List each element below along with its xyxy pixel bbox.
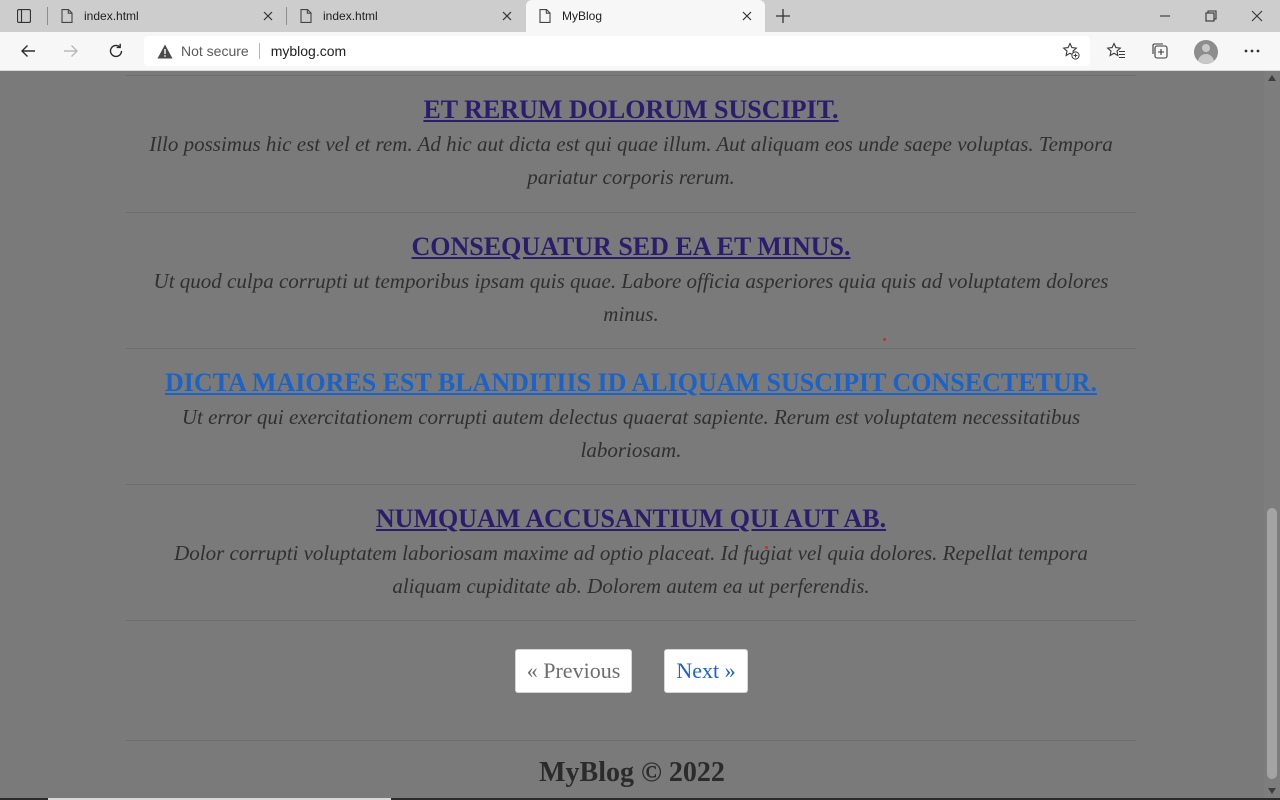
url-text[interactable]: myblog.com — [271, 43, 346, 59]
post-excerpt-line: minus. — [603, 302, 659, 326]
post-title-link[interactable]: ET RERUM DOLORUM SUSCIPIT. — [423, 95, 838, 124]
tab-title: index.html — [84, 9, 139, 23]
address-bar[interactable]: Not secure myblog.com — [144, 36, 1090, 66]
post-item: CONSEQUATUR SED EA ET MINUS. Ut quod cul… — [126, 213, 1136, 348]
page-viewport: ET RERUM DOLORUM SUSCIPIT. Illo possimus… — [0, 71, 1264, 798]
tab-myblog[interactable]: MyBlog — [526, 0, 765, 32]
footer-divider — [126, 740, 1136, 741]
settings-menu-button[interactable] — [1238, 37, 1266, 65]
tab-title: index.html — [323, 9, 378, 23]
tab-title: MyBlog — [562, 9, 603, 23]
refresh-button[interactable] — [101, 36, 131, 66]
post-title: DICTA MAIORES EST BLANDITIIS ID ALIQUAM … — [126, 368, 1136, 398]
avatar-body — [1198, 54, 1214, 64]
browser-toolbar: Not secure myblog.com — [0, 32, 1280, 71]
cursor-marker — [765, 546, 768, 549]
tab-actions-icon — [17, 9, 31, 23]
new-tab-button[interactable] — [773, 6, 793, 26]
scroll-down-icon[interactable] — [1268, 788, 1276, 794]
tab-strip: index.html index.html MyBlog — [0, 0, 1280, 32]
page-scrollbar[interactable] — [1264, 71, 1280, 798]
collections-button[interactable] — [1146, 37, 1174, 65]
document-icon — [539, 9, 551, 23]
post-title-link[interactable]: CONSEQUATUR SED EA ET MINUS. — [412, 232, 851, 261]
security-label[interactable]: Not secure — [181, 43, 249, 59]
post-excerpt-line: Illo possimus hic est vel et rem. Ad hic… — [149, 132, 1113, 156]
collections-icon — [1152, 43, 1168, 59]
scrollbar-thumb[interactable] — [1267, 508, 1277, 779]
minimize-icon — [1160, 15, 1170, 17]
post-item: NUMQUAM ACCUSANTIUM QUI AUT AB. Dolor co… — [126, 485, 1136, 620]
post-title: CONSEQUATUR SED EA ET MINUS. — [126, 232, 1136, 262]
tab-close-icon[interactable] — [739, 8, 755, 24]
arrow-right-icon — [64, 45, 78, 57]
divider — [126, 620, 1136, 621]
restore-button[interactable] — [1188, 0, 1234, 32]
previous-page-button[interactable]: « Previous — [515, 649, 632, 693]
post-excerpt-line: pariatur corporis rerum. — [527, 165, 735, 189]
pagination: « Previous Next » — [0, 649, 1264, 693]
restore-icon — [1205, 10, 1217, 22]
tab-close-icon[interactable] — [499, 8, 515, 24]
post-excerpt-line: aliquam cupiditate ab. Dolorem autem ea … — [392, 574, 870, 598]
minimize-button[interactable] — [1142, 0, 1188, 32]
footer-copyright: MyBlog © 2022 — [539, 757, 725, 788]
cursor-marker — [883, 338, 886, 341]
avatar-head — [1202, 44, 1210, 52]
document-icon — [61, 9, 73, 23]
add-favorite-icon[interactable] — [1062, 42, 1080, 60]
forward-button[interactable] — [56, 36, 86, 66]
plus-icon — [776, 9, 790, 23]
back-button[interactable] — [13, 36, 43, 66]
address-divider — [258, 43, 260, 59]
arrow-left-icon — [21, 45, 35, 57]
refresh-icon — [109, 43, 123, 58]
post-excerpt-line: laboriosam. — [580, 438, 682, 462]
profile-avatar[interactable] — [1194, 40, 1218, 64]
next-page-button[interactable]: Next » — [664, 649, 748, 693]
post-title: ET RERUM DOLORUM SUSCIPIT. — [126, 95, 1136, 125]
post-excerpt-line: Ut quod culpa corrupti ut temporibus ips… — [153, 269, 1109, 293]
close-window-button[interactable] — [1234, 0, 1280, 32]
post-excerpt-line: Ut error qui exercitationem corrupti aut… — [181, 405, 1081, 429]
post-excerpt-line: Dolor corrupti voluptatem laboriosam max… — [174, 541, 1088, 565]
favorites-icon — [1106, 42, 1125, 59]
tab-close-icon[interactable] — [260, 8, 276, 24]
post-item: ET RERUM DOLORUM SUSCIPIT. Illo possimus… — [126, 76, 1136, 212]
favorites-button[interactable] — [1102, 37, 1130, 65]
scroll-up-icon[interactable] — [1268, 75, 1276, 81]
more-icon — [1244, 49, 1260, 53]
tab-index-html-1[interactable]: index.html — [48, 0, 286, 32]
warning-icon[interactable] — [157, 44, 173, 59]
post-title-link[interactable]: DICTA MAIORES EST BLANDITIIS ID ALIQUAM … — [165, 368, 1097, 397]
tab-index-html-2[interactable]: index.html — [287, 0, 525, 32]
tab-actions-button[interactable] — [10, 6, 38, 26]
document-icon — [300, 9, 312, 23]
post-item: DICTA MAIORES EST BLANDITIIS ID ALIQUAM … — [126, 349, 1136, 484]
close-icon — [1251, 10, 1263, 22]
post-list: ET RERUM DOLORUM SUSCIPIT. Illo possimus… — [126, 71, 1136, 621]
post-title: NUMQUAM ACCUSANTIUM QUI AUT AB. — [126, 504, 1136, 534]
post-title-link[interactable]: NUMQUAM ACCUSANTIUM QUI AUT AB. — [376, 504, 886, 533]
